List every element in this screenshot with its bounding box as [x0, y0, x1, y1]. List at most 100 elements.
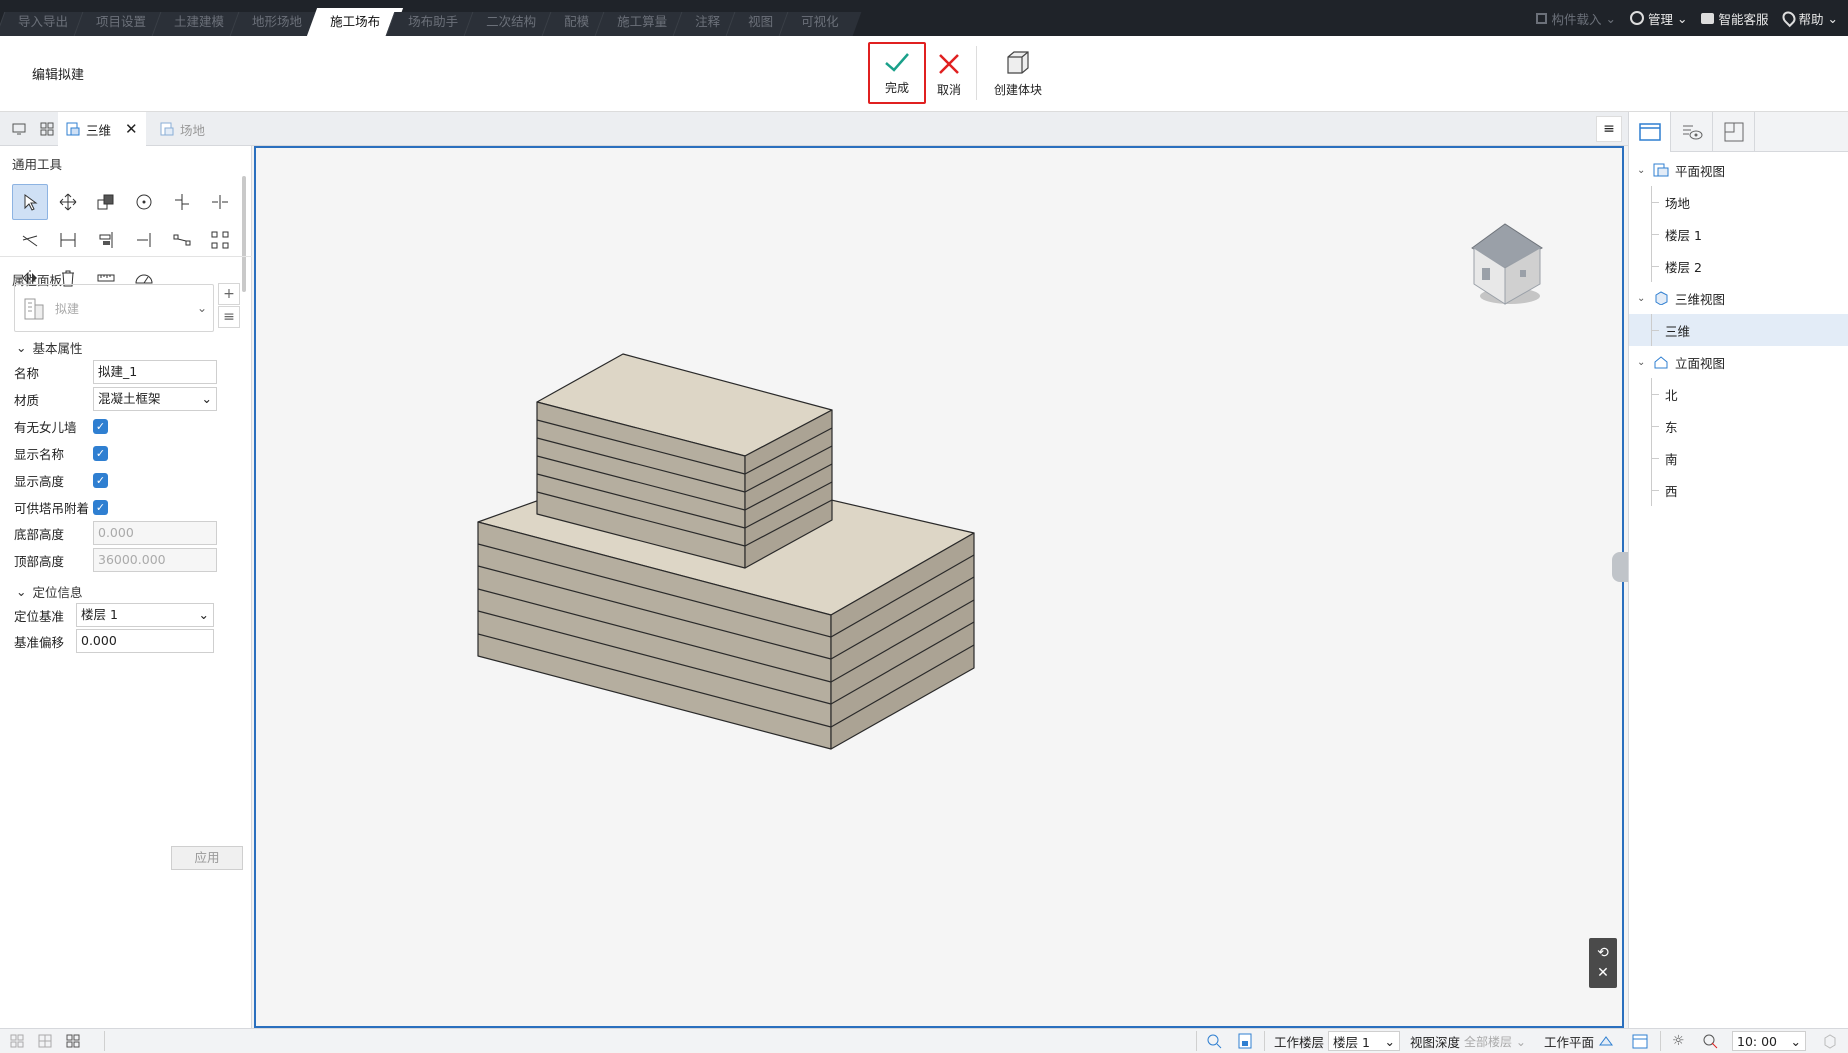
building-model[interactable]: [256, 148, 1622, 1026]
cancel-button[interactable]: 取消: [920, 42, 978, 104]
grid-icon[interactable]: [66, 1034, 80, 1048]
tower-crane-checkbox[interactable]: ✓: [93, 499, 108, 515]
menu-tab[interactable]: 项目设置: [78, 8, 164, 36]
parapet-checkbox[interactable]: ✓: [93, 418, 108, 434]
select-tool[interactable]: [12, 184, 48, 220]
tree-node-3d[interactable]: ⌄ 三维视图: [1629, 282, 1848, 314]
component-icon: [1536, 12, 1548, 24]
show-height-checkbox[interactable]: ✓: [93, 472, 108, 488]
material-row: 材质 混凝土框架 ⌄: [14, 387, 240, 411]
render-button[interactable]: [1822, 1029, 1838, 1053]
tree-node-plan[interactable]: ⌄ 平面视图: [1629, 154, 1848, 186]
done-button[interactable]: 完成: [868, 42, 926, 104]
tree-item-east[interactable]: 东: [1629, 410, 1848, 442]
tree-item-south[interactable]: 南: [1629, 442, 1848, 474]
shadow-button[interactable]: [1702, 1029, 1718, 1053]
help-button[interactable]: 帮助 ⌄: [1779, 8, 1838, 28]
grid-icon[interactable]: [38, 1034, 52, 1048]
create-block-button[interactable]: 创建体块: [990, 42, 1046, 104]
menu-tab[interactable]: 施工算量: [599, 8, 685, 36]
layers-eye-icon: [1682, 125, 1702, 140]
align-tool[interactable]: [88, 222, 124, 258]
apply-button[interactable]: 应用: [171, 846, 243, 870]
menu-tab[interactable]: 施工场布: [312, 8, 398, 36]
rotate-icon: [136, 194, 152, 210]
tools-scrollbar[interactable]: [242, 176, 246, 292]
reset-view-icon[interactable]: ⟲: [1597, 945, 1609, 961]
tab-3d[interactable]: 三维 ✕: [58, 112, 146, 146]
single-view-button[interactable]: [4, 112, 34, 146]
right-panel: ⌄ 平面视图 场地 楼层 1 楼层 2 ⌄ 三维视图 三维 ⌄ 立面视图 北 东 南 …: [1628, 112, 1848, 1028]
window-icon: [1638, 123, 1661, 141]
tree-item-west[interactable]: 西: [1629, 474, 1848, 506]
material-select[interactable]: 混凝土框架 ⌄: [93, 387, 217, 411]
name-field[interactable]: 拟建_1: [93, 360, 217, 384]
extend-tool[interactable]: [126, 222, 162, 258]
doc-icon: [1238, 1033, 1252, 1049]
zoom-fit-button[interactable]: [1206, 1029, 1222, 1053]
offset-icon: [22, 235, 38, 247]
status-bar: 工作楼层 楼层 1 ⌄ 视图深度 全部楼层 ⌄ 工作平面 ☼ 10: 00 ⌄: [0, 1028, 1848, 1052]
close-tab-icon[interactable]: ✕: [125, 120, 138, 138]
component-load-button[interactable]: 构件载入 ⌄: [1536, 9, 1616, 28]
type-selector[interactable]: 拟建 ⌄: [14, 284, 214, 332]
chevron-down-icon: ⌄: [1637, 292, 1646, 304]
break-icon: [173, 234, 191, 246]
break-tool[interactable]: [164, 222, 200, 258]
offset-tool[interactable]: [12, 222, 48, 258]
chevron-down-icon: ⌄: [196, 301, 207, 315]
offset-field[interactable]: 0.000: [76, 629, 214, 653]
location-group-header[interactable]: ⌄ 定位信息: [16, 582, 83, 601]
tree-item-north[interactable]: 北: [1629, 378, 1848, 410]
basic-group-header[interactable]: ⌄ 基本属性: [16, 338, 83, 357]
tree-item-3d[interactable]: 三维: [1629, 314, 1848, 346]
sun-button[interactable]: ☼: [1672, 1029, 1685, 1053]
view-settings-button[interactable]: [1238, 1029, 1252, 1053]
time-select[interactable]: 10: 00 ⌄: [1732, 1031, 1806, 1051]
chevron-down-icon: ⌄: [1827, 10, 1838, 26]
copy-icon: [97, 194, 114, 210]
manage-button[interactable]: 管理 ⌄: [1629, 9, 1687, 28]
right-panel-tabs: [1629, 112, 1848, 152]
dimension-tool[interactable]: [50, 222, 86, 258]
tab-menu-button[interactable]: ≡: [1596, 116, 1622, 142]
show-name-checkbox[interactable]: ✓: [93, 445, 108, 461]
menu-tab[interactable]: 导入导出: [0, 8, 86, 36]
menu-tab[interactable]: 二次结构: [468, 8, 554, 36]
gear-icon: [1629, 11, 1644, 25]
tree-item-site[interactable]: 场地: [1629, 186, 1848, 218]
rotate-tool[interactable]: [126, 184, 162, 220]
menu-tab[interactable]: 可视化: [783, 8, 857, 36]
tree-item-floor-1[interactable]: 楼层 1: [1629, 218, 1848, 250]
trim-tool[interactable]: [164, 184, 200, 220]
view-depth-select[interactable]: 全部楼层 ⌄: [1464, 1033, 1526, 1050]
add-type-button[interactable]: +: [218, 283, 240, 305]
tree-node-elevation[interactable]: ⌄ 立面视图: [1629, 346, 1848, 378]
tab-layout[interactable]: [1713, 112, 1755, 152]
menu-tab[interactable]: 土建建模: [156, 8, 242, 36]
array-tool[interactable]: [202, 222, 238, 258]
tab-view-browser[interactable]: [1629, 112, 1671, 152]
move-tool[interactable]: [50, 184, 86, 220]
work-floor-select[interactable]: 楼层 1 ⌄: [1328, 1031, 1401, 1051]
smart-service-button[interactable]: 智能客服: [1701, 9, 1769, 28]
calendar-button[interactable]: [1632, 1029, 1648, 1053]
split-tool[interactable]: [202, 184, 238, 220]
base-select[interactable]: 楼层 1 ⌄: [76, 603, 214, 627]
menu-tab[interactable]: 场布助手: [390, 8, 476, 36]
view-cube[interactable]: [1460, 218, 1550, 311]
close-view-icon[interactable]: ✕: [1597, 965, 1609, 981]
building-type-icon: [24, 298, 44, 320]
help-pin-icon: [1779, 8, 1798, 28]
grid-icon[interactable]: [10, 1034, 24, 1048]
tree-item-floor-2[interactable]: 楼层 2: [1629, 250, 1848, 282]
copy-tool[interactable]: [88, 184, 124, 220]
ribbon-separator: [976, 46, 977, 100]
tab-site[interactable]: 场地: [152, 112, 213, 146]
type-list-button[interactable]: ≡: [218, 306, 240, 328]
tab-visibility[interactable]: [1671, 112, 1713, 152]
3d-viewport[interactable]: [254, 146, 1624, 1028]
right-panel-collapse-handle[interactable]: [1612, 552, 1628, 582]
work-plane-icon[interactable]: [1598, 1033, 1614, 1049]
bottom-height-row: 底部高度 0.000: [14, 521, 240, 545]
